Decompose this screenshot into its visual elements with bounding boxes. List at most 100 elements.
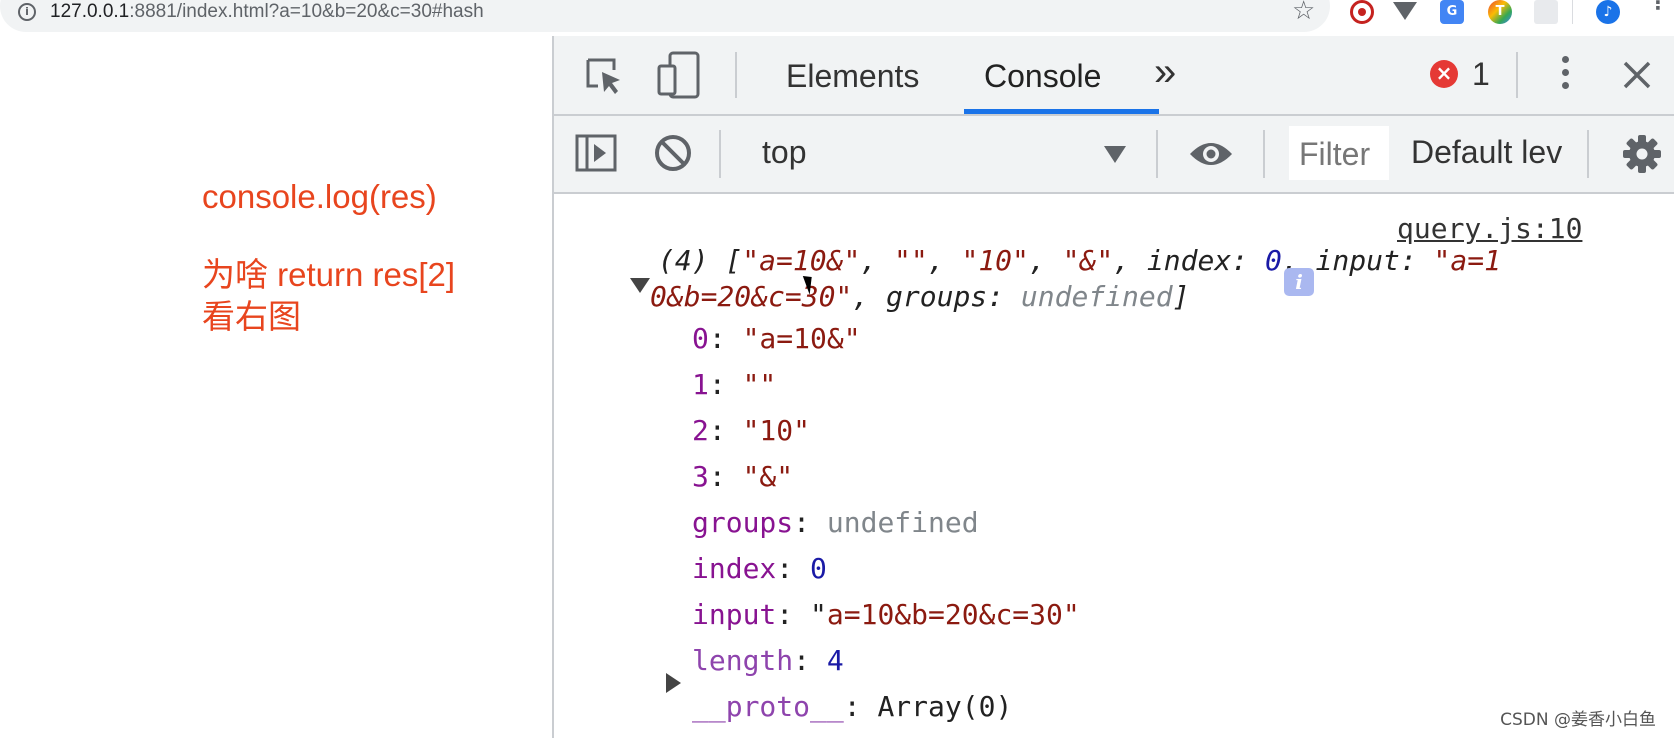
summary-sep: , [860, 244, 895, 277]
error-icon[interactable]: × [1430, 60, 1458, 88]
tab-elements[interactable]: Elements [786, 58, 919, 95]
summary-input-key: input [1315, 244, 1400, 277]
array-summary-line-2[interactable]: 0&b=20&c=30", groups: undefined] [650, 280, 1189, 313]
filter-placeholder[interactable]: Filter [1299, 136, 1370, 173]
property-key: length [692, 644, 794, 677]
property-key: index [692, 552, 777, 585]
tab-separator [735, 52, 737, 98]
react-extension-icon[interactable] [1534, 0, 1558, 24]
source-link[interactable]: query.js:10 [1397, 212, 1582, 245]
proto-row[interactable]: __proto__: Array(0) [692, 690, 1012, 723]
console-toolbar: top Filter Default lev [554, 116, 1674, 194]
console-output: query.js:10 (4) ["a=10&", "", "10", "&",… [554, 196, 1674, 738]
property-key: groups [692, 506, 794, 539]
property-row[interactable]: length: 4 [692, 644, 844, 677]
property-row[interactable]: index: 0 [692, 552, 827, 585]
watermark: CSDN @姜香小白鱼 [1500, 710, 1656, 730]
gear-icon[interactable] [1622, 134, 1662, 174]
property-row[interactable]: 1: "" [692, 368, 776, 401]
music-extension-icon[interactable]: ♪ [1596, 0, 1620, 24]
summary-item-1: "" [894, 244, 928, 277]
toolbar-separator [719, 130, 721, 178]
context-selector[interactable]: top [762, 134, 806, 171]
note-console-log: console.log(res) [202, 178, 437, 215]
log-levels-dropdown[interactable]: Default lev [1411, 134, 1573, 171]
property-key: 1 [692, 368, 709, 401]
show-sidebar-icon[interactable] [574, 132, 618, 174]
tab-separator-2 [1516, 52, 1518, 98]
note-see-right: 看右图 [202, 298, 301, 335]
url-text[interactable]: 127.0.0.1:8881/index.html?a=10&b=20&c=30… [50, 1, 484, 23]
summary-input-value-start: "a=1 [1433, 244, 1501, 277]
property-row[interactable]: groups: undefined [692, 506, 979, 539]
note-question: 为啥 return res[2] [202, 256, 456, 293]
summary-item-2: "10" [961, 244, 1029, 277]
summary-item-0: "a=10&" [742, 244, 861, 277]
devtools-tab-bar: Elements Console » × 1 [554, 36, 1674, 116]
live-expression-eye-icon[interactable] [1188, 138, 1234, 170]
google-translate-extension-icon[interactable]: G [1440, 0, 1464, 24]
browser-menu-icon[interactable]: ⋮ [1648, 0, 1668, 12]
toolbar-separator-3 [1263, 130, 1265, 178]
property-value: 0 [810, 552, 827, 585]
property-key: 2 [692, 414, 709, 447]
property-value: a=10&b=20&c=30" [826, 598, 1080, 631]
property-row[interactable]: input: "a=10&b=20&c=30" [692, 598, 1080, 631]
summary-colon: : [1399, 244, 1434, 277]
summary-groups-value: undefined [1020, 280, 1173, 313]
array-summary-line-1[interactable]: (4) ["a=10&", "", "10", "&", index: 0, i… [658, 244, 1501, 277]
toolbar-divider [1572, 0, 1573, 24]
summary-index-key: index [1146, 244, 1232, 277]
address-bar-strip: i 127.0.0.1:8881/index.html?a=10&b=20&c=… [0, 0, 1674, 36]
proto-value: Array(0) [877, 690, 1013, 723]
tab-console[interactable]: Console [984, 58, 1101, 95]
error-count[interactable]: 1 [1472, 56, 1490, 93]
page-content: console.log(res) 为啥 return res[2] 看右图 [0, 36, 552, 738]
bookmark-star-icon[interactable]: ☆ [1292, 0, 1315, 26]
property-key: 3 [692, 460, 709, 493]
summary-end-bracket: ] [1172, 280, 1190, 313]
close-devtools-icon[interactable] [1622, 60, 1652, 90]
summary-input-value-end: 0&b=20&c=30" [650, 280, 853, 313]
device-toolbar-icon[interactable] [656, 50, 702, 100]
site-info-icon[interactable]: i [18, 3, 36, 21]
active-tab-indicator [964, 109, 1159, 114]
summary-sep: , [1113, 244, 1147, 277]
property-value: "" [742, 368, 777, 401]
vue-devtools-extension-icon[interactable] [1393, 2, 1417, 20]
property-key: input [692, 598, 777, 631]
property-key: 0 [692, 322, 709, 355]
property-row[interactable]: 2: "10" [692, 414, 810, 447]
toolbar-separator-2 [1156, 130, 1158, 178]
more-tabs-button[interactable]: » [1154, 50, 1176, 95]
summary-colon: : [1231, 244, 1265, 277]
summary-index-value: 0 [1264, 244, 1282, 277]
clear-console-icon[interactable] [652, 132, 694, 174]
url-path: :8881/index.html?a=10&b=20&c=30#hash [129, 1, 484, 22]
devtools-panel: Elements Console » × 1 top Filter Defaul… [552, 36, 1674, 738]
summary-groups-key: groups [886, 280, 988, 313]
info-icon[interactable]: i [1284, 268, 1314, 296]
property-value: undefined [826, 506, 979, 539]
property-row[interactable]: 3: "&" [692, 460, 793, 493]
inspect-element-icon[interactable] [582, 54, 626, 98]
property-value: "a=10&" [742, 322, 861, 355]
summary-sep: , [1028, 244, 1063, 277]
proto-key: __proto__ [692, 690, 844, 723]
colorful-t-extension-icon[interactable]: T [1488, 0, 1512, 24]
devtools-menu-icon[interactable] [1562, 56, 1569, 89]
chevron-down-icon[interactable] [1104, 146, 1126, 163]
property-value: "&" [742, 460, 794, 493]
toolbar-separator-4 [1587, 130, 1589, 178]
red-circle-extension-icon[interactable] [1350, 0, 1374, 24]
summary-sep: , [852, 280, 887, 313]
expand-triangle-icon[interactable] [666, 673, 681, 693]
property-row[interactable]: 0: "a=10&" [692, 322, 861, 355]
url-host: 127.0.0.1 [50, 1, 130, 22]
property-value: "10" [742, 414, 811, 447]
summary-colon: : [987, 280, 1021, 313]
property-value: 4 [826, 644, 844, 677]
summary-sep: , [927, 244, 962, 277]
summary-item-3: "&" [1062, 244, 1114, 277]
collapse-triangle-icon[interactable] [630, 278, 650, 293]
